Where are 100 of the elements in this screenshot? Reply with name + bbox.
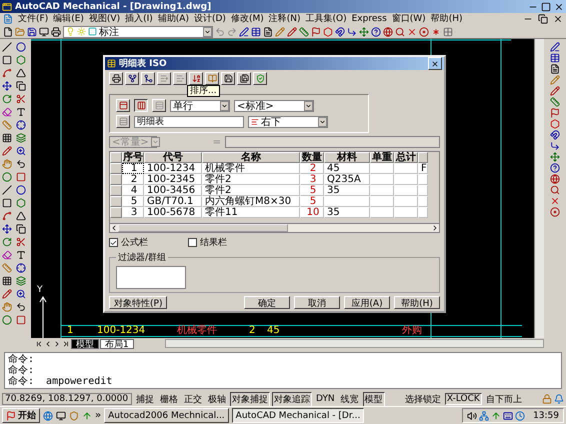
undo-icon[interactable] xyxy=(16,159,26,169)
magnet-icon[interactable] xyxy=(335,26,345,36)
horizontal-scrollbar[interactable] xyxy=(110,223,439,232)
corner-icon[interactable] xyxy=(347,26,357,36)
filter-list[interactable] xyxy=(116,266,186,289)
help-icon[interactable] xyxy=(371,26,381,36)
status-toggle[interactable]: 栅格 xyxy=(158,392,180,406)
toolbar-button[interactable] xyxy=(125,72,139,85)
pencil-icon[interactable] xyxy=(287,26,297,36)
crosshair-icon[interactable] xyxy=(16,263,26,273)
triangle-icon[interactable] xyxy=(16,68,26,78)
toolbar-button[interactable] xyxy=(141,72,155,85)
menu-item[interactable]: 修改(M) xyxy=(230,14,264,24)
close-icon[interactable] xyxy=(553,14,563,24)
close-icon[interactable] xyxy=(554,2,564,12)
vertical-scrollbar[interactable] xyxy=(534,39,544,338)
status-toggle[interactable]: 自下而上 xyxy=(484,392,524,406)
toolbar-button[interactable] xyxy=(109,72,123,85)
ellipse-icon[interactable] xyxy=(2,172,12,182)
triangle-icon[interactable] xyxy=(16,211,26,221)
rotate-icon[interactable] xyxy=(2,237,12,247)
document-icon[interactable] xyxy=(550,64,560,74)
toolbar-button[interactable] xyxy=(237,72,251,85)
scissors-icon[interactable] xyxy=(16,94,26,104)
scissors-icon[interactable] xyxy=(16,237,26,247)
hand-icon[interactable] xyxy=(2,159,12,169)
polygon-icon[interactable] xyxy=(16,198,26,208)
row-header[interactable] xyxy=(110,207,122,218)
menu-item[interactable]: 工具集(O) xyxy=(306,14,347,24)
document-icon[interactable] xyxy=(263,26,273,36)
save-icon[interactable] xyxy=(27,26,37,36)
eraser-icon[interactable] xyxy=(2,250,12,260)
name-field[interactable]: 明细表 xyxy=(134,116,244,128)
column-header[interactable]: 名称 xyxy=(202,152,300,163)
corner-icon[interactable] xyxy=(550,141,560,151)
status-toggle[interactable]: 对象追踪 xyxy=(272,392,312,406)
standard-dropdown[interactable]: <标准> xyxy=(234,100,314,112)
menu-item[interactable]: 视图(V) xyxy=(88,14,120,24)
status-toggle[interactable]: 极轴 xyxy=(206,392,228,406)
toolbar-button[interactable] xyxy=(205,72,219,85)
pencil-icon[interactable] xyxy=(2,289,12,299)
bell-icon[interactable] xyxy=(554,394,564,404)
direction-dropdown[interactable]: 右下 xyxy=(248,116,328,128)
undo-icon[interactable] xyxy=(16,302,26,312)
status-toggle[interactable]: 对象捕捉 xyxy=(230,392,270,406)
menu-item[interactable]: 帮助(H) xyxy=(430,14,462,24)
zoom-icon[interactable] xyxy=(16,146,26,156)
status-toggle[interactable]: X-LOCK xyxy=(444,393,482,405)
layout-tab[interactable]: 模型 xyxy=(71,338,99,348)
command-window[interactable]: 命令: 命令: 命令: ampoweredit xyxy=(4,352,562,389)
row-header[interactable] xyxy=(110,196,122,207)
network-icon[interactable] xyxy=(479,410,490,420)
dialog-button[interactable]: 取消 xyxy=(294,296,340,309)
eraser-icon[interactable] xyxy=(2,107,12,117)
menu-item[interactable]: 辅助(A) xyxy=(158,14,189,24)
arrows-icon[interactable] xyxy=(359,26,369,36)
hexagon-icon[interactable] xyxy=(550,119,560,129)
row-header[interactable] xyxy=(110,163,122,174)
row-header[interactable] xyxy=(110,185,122,196)
pencil-icon[interactable] xyxy=(2,146,12,156)
menu-item[interactable]: Express xyxy=(352,14,387,24)
search-icon[interactable] xyxy=(395,26,405,36)
copy-icon[interactable] xyxy=(16,224,26,234)
arrows-icon[interactable] xyxy=(550,152,560,162)
rectangle-icon[interactable] xyxy=(2,55,12,65)
spline-icon[interactable] xyxy=(2,211,12,221)
layout-tab[interactable]: 布局1 xyxy=(100,338,134,348)
text-icon[interactable] xyxy=(16,107,26,117)
close-button[interactable] xyxy=(428,57,442,70)
layers-icon[interactable] xyxy=(16,133,26,143)
table-style-button[interactable] xyxy=(134,99,148,112)
dialog-button[interactable]: 确定 xyxy=(244,296,290,309)
text-icon[interactable] xyxy=(16,250,26,260)
polygon-icon[interactable] xyxy=(16,55,26,65)
taskbar-button[interactable]: AutoCAD Mechanical - [Dr... xyxy=(232,408,364,423)
globe-icon[interactable] xyxy=(43,410,53,420)
toolbar-button[interactable] xyxy=(253,72,267,85)
toolbar-button[interactable] xyxy=(157,72,171,85)
menu-item[interactable]: 文件(F) xyxy=(18,14,48,24)
new-file-icon[interactable] xyxy=(3,26,13,36)
keyboard-icon[interactable] xyxy=(503,410,514,420)
zoom-icon[interactable] xyxy=(16,289,26,299)
line-icon[interactable] xyxy=(2,185,12,195)
ruler-icon[interactable] xyxy=(550,97,560,107)
status-toggle[interactable]: 选择锁定 xyxy=(402,392,443,406)
toolbar-button[interactable] xyxy=(173,72,187,85)
move-icon[interactable] xyxy=(2,81,12,91)
speaker-icon[interactable] xyxy=(467,410,478,420)
disc-icon[interactable] xyxy=(419,26,429,36)
square-icon[interactable] xyxy=(16,172,26,182)
square-icon[interactable] xyxy=(16,315,26,325)
printer-icon[interactable] xyxy=(51,26,61,36)
grid-icon[interactable] xyxy=(2,133,12,143)
dialog-button[interactable]: 帮助(H) xyxy=(394,296,440,309)
horizontal-scrollbar[interactable] xyxy=(164,339,544,348)
properties-button[interactable]: 对象特性(P) xyxy=(109,296,168,309)
crosshair-icon[interactable] xyxy=(16,120,26,130)
globe-icon[interactable] xyxy=(550,174,560,184)
layer-dropdown[interactable]: 标注 xyxy=(63,26,213,38)
toolbar-button[interactable] xyxy=(189,72,203,85)
